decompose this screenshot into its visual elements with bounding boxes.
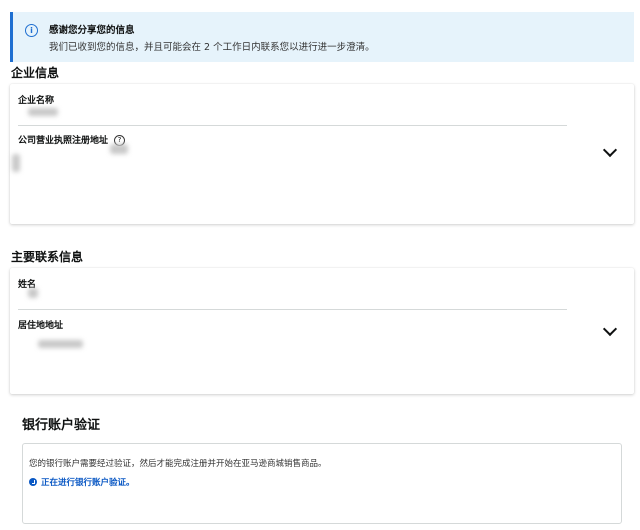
business-address-label: 公司营业执照注册地址? [18,133,126,146]
banner-title: 感谢您分享您的信息 [49,25,135,36]
contact-address-label: 居住地地址 [18,321,64,331]
banner-text: 我们已收到您的信息，并且可能会在 2 个工作日内联系您以进行进一步澄清。 [49,42,375,53]
business-address-value-redacted-2 [12,154,20,172]
contact-address-value-redacted [38,340,83,348]
business-address-value-redacted [110,144,128,154]
bank-verification-status-text: 正在进行银行账户验证。 [41,478,135,488]
contact-address-expand-chevron-down-icon[interactable] [602,321,618,337]
bank-verification-description: 您的银行账户需要经过验证，然后才能完成注册并开始在亚马逊商城销售商品。 [29,459,327,469]
business-name-label: 企业名称 [18,96,55,106]
contact-name-divider [18,309,567,310]
info-banner: i 感谢您分享您的信息 我们已收到您的信息，并且可能会在 2 个工作日内联系您以… [10,12,634,62]
contact-info-card: 姓名 居住地地址 [10,268,634,394]
clock-icon [29,478,37,486]
business-name-value-redacted [28,108,58,116]
business-address-label-text: 公司营业执照注册地址 [18,136,109,146]
bank-verification-status: 正在进行银行账户验证。 [29,476,135,488]
business-section-title: 企业信息 [11,66,60,80]
bank-section-title: 银行账户验证 [22,418,101,433]
info-icon: i [25,24,38,37]
contact-name-value-redacted [28,288,38,298]
business-info-card: 企业名称 公司营业执照注册地址? [10,84,634,224]
contact-section-title: 主要联系信息 [11,250,84,264]
business-name-divider [18,125,567,126]
business-address-expand-chevron-down-icon[interactable] [602,142,618,158]
bank-verification-box: 您的银行账户需要经过验证，然后才能完成注册并开始在亚马逊商城销售商品。 正在进行… [22,443,622,524]
